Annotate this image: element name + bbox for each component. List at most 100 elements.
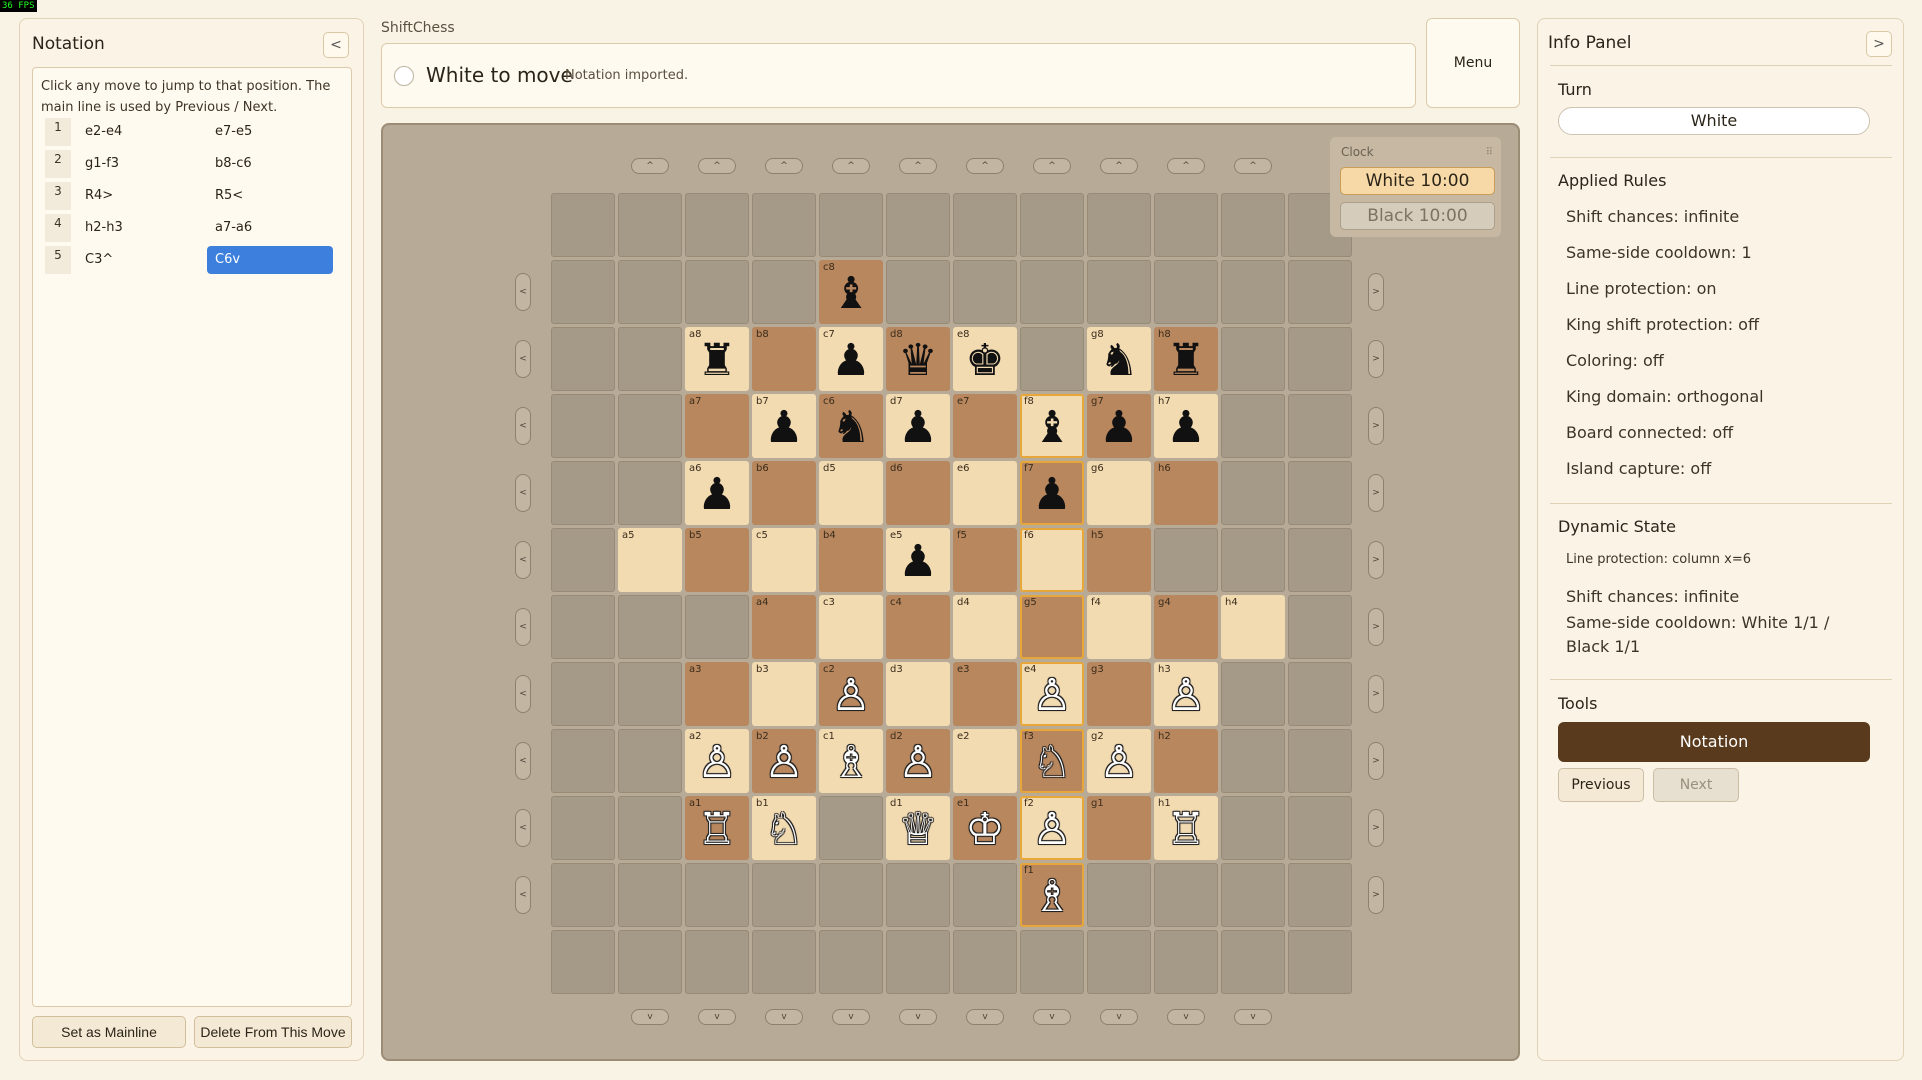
square-f6[interactable]: f6 <box>1020 528 1084 592</box>
shift-row-left-button[interactable]: < <box>515 809 531 847</box>
shift-row-right-button[interactable]: > <box>1368 876 1384 914</box>
empty-cell[interactable] <box>1154 260 1218 324</box>
empty-cell[interactable] <box>685 595 749 659</box>
shift-column-up-button[interactable]: ^ <box>899 158 937 174</box>
square-g8[interactable]: g8 ♞ <box>1087 327 1151 391</box>
shift-row-left-button[interactable]: < <box>515 407 531 445</box>
square-a7[interactable]: a7 <box>685 394 749 458</box>
move-white[interactable]: R4> <box>77 182 195 210</box>
chess-piece-icon[interactable]: ♖ <box>685 804 749 856</box>
empty-cell[interactable] <box>819 863 883 927</box>
square-h4[interactable]: h4 <box>1221 595 1285 659</box>
empty-cell[interactable] <box>1288 260 1352 324</box>
square-e3[interactable]: e3 <box>953 662 1017 726</box>
square-c2[interactable]: c2 ♙ <box>819 662 883 726</box>
square-f3[interactable]: f3 ♘ <box>1020 729 1084 793</box>
square-g4[interactable]: g4 <box>1154 595 1218 659</box>
shift-row-left-button[interactable]: < <box>515 474 531 512</box>
square-d4[interactable]: d4 <box>953 595 1017 659</box>
empty-cell[interactable] <box>618 260 682 324</box>
empty-cell[interactable] <box>1288 394 1352 458</box>
chess-piece-icon[interactable]: ♙ <box>819 670 883 722</box>
empty-cell[interactable] <box>1221 327 1285 391</box>
square-h3[interactable]: h3 ♙ <box>1154 662 1218 726</box>
empty-cell[interactable] <box>551 528 615 592</box>
chess-piece-icon[interactable]: ♗ <box>819 737 883 789</box>
square-b7[interactable]: b7 ♟ <box>752 394 816 458</box>
shift-row-right-button[interactable]: > <box>1368 340 1384 378</box>
square-b3[interactable]: b3 <box>752 662 816 726</box>
square-a1[interactable]: a1 ♖ <box>685 796 749 860</box>
empty-cell[interactable] <box>819 193 883 257</box>
square-e1[interactable]: e1 ♔ <box>953 796 1017 860</box>
empty-cell[interactable] <box>1221 930 1285 994</box>
square-c6[interactable]: c6 ♞ <box>819 394 883 458</box>
empty-cell[interactable] <box>1221 394 1285 458</box>
empty-cell[interactable] <box>752 930 816 994</box>
shift-column-down-button[interactable]: v <box>1033 1009 1071 1025</box>
shift-column-down-button[interactable]: v <box>1167 1009 1205 1025</box>
empty-cell[interactable] <box>953 193 1017 257</box>
shift-row-right-button[interactable]: > <box>1368 474 1384 512</box>
empty-cell[interactable] <box>1288 796 1352 860</box>
shift-column-up-button[interactable]: ^ <box>1100 158 1138 174</box>
shift-row-right-button[interactable]: > <box>1368 273 1384 311</box>
previous-button[interactable]: Previous <box>1558 768 1644 802</box>
square-a4[interactable]: a4 <box>752 595 816 659</box>
shift-row-left-button[interactable]: < <box>515 742 531 780</box>
square-b1[interactable]: b1 ♘ <box>752 796 816 860</box>
square-c7[interactable]: c7 ♟ <box>819 327 883 391</box>
empty-cell[interactable] <box>685 193 749 257</box>
shift-column-down-button[interactable]: v <box>765 1009 803 1025</box>
square-g6[interactable]: g6 <box>1087 461 1151 525</box>
shift-column-down-button[interactable]: v <box>631 1009 669 1025</box>
chess-piece-icon[interactable]: ♙ <box>886 737 950 789</box>
square-c8[interactable]: c8 ♝ <box>819 260 883 324</box>
shift-row-right-button[interactable]: > <box>1368 407 1384 445</box>
shift-column-up-button[interactable]: ^ <box>698 158 736 174</box>
empty-cell[interactable] <box>618 863 682 927</box>
square-a8[interactable]: a8 ♜ <box>685 327 749 391</box>
empty-cell[interactable] <box>618 394 682 458</box>
move-black[interactable]: b8-c6 <box>207 150 333 178</box>
square-h5[interactable]: h5 <box>1087 528 1151 592</box>
empty-cell[interactable] <box>752 260 816 324</box>
empty-cell[interactable] <box>1221 863 1285 927</box>
square-d3[interactable]: d3 <box>886 662 950 726</box>
empty-cell[interactable] <box>752 863 816 927</box>
square-a6[interactable]: a6 ♟ <box>685 461 749 525</box>
empty-cell[interactable] <box>886 930 950 994</box>
chess-piece-icon[interactable]: ♙ <box>752 737 816 789</box>
empty-cell[interactable] <box>1221 729 1285 793</box>
empty-cell[interactable] <box>618 662 682 726</box>
empty-cell[interactable] <box>551 796 615 860</box>
chess-piece-icon[interactable]: ♟ <box>1154 402 1218 454</box>
empty-cell[interactable] <box>1288 327 1352 391</box>
empty-cell[interactable] <box>1221 796 1285 860</box>
drag-handle-icon[interactable]: ⠿ <box>1486 147 1493 158</box>
menu-button[interactable]: Menu <box>1426 18 1520 108</box>
set-mainline-button[interactable]: Set as Mainline <box>32 1016 186 1048</box>
shift-column-down-button[interactable]: v <box>966 1009 1004 1025</box>
square-g2[interactable]: g2 ♙ <box>1087 729 1151 793</box>
chess-piece-icon[interactable]: ♟ <box>1087 402 1151 454</box>
square-d2[interactable]: d2 ♙ <box>886 729 950 793</box>
chess-piece-icon[interactable]: ♟ <box>819 335 883 387</box>
empty-cell[interactable] <box>953 863 1017 927</box>
empty-cell[interactable] <box>685 260 749 324</box>
shift-row-left-button[interactable]: < <box>515 273 531 311</box>
empty-cell[interactable] <box>886 193 950 257</box>
move-white[interactable]: g1-f3 <box>77 150 195 178</box>
empty-cell[interactable] <box>1288 528 1352 592</box>
shift-row-left-button[interactable]: < <box>515 340 531 378</box>
chess-piece-icon[interactable]: ♚ <box>953 335 1017 387</box>
empty-cell[interactable] <box>886 863 950 927</box>
move-black[interactable]: R5< <box>207 182 333 210</box>
chess-piece-icon[interactable]: ♟ <box>752 402 816 454</box>
empty-cell[interactable] <box>618 729 682 793</box>
empty-cell[interactable] <box>1154 930 1218 994</box>
empty-cell[interactable] <box>551 729 615 793</box>
empty-cell[interactable] <box>551 595 615 659</box>
square-e2[interactable]: e2 <box>953 729 1017 793</box>
square-d8[interactable]: d8 ♛ <box>886 327 950 391</box>
